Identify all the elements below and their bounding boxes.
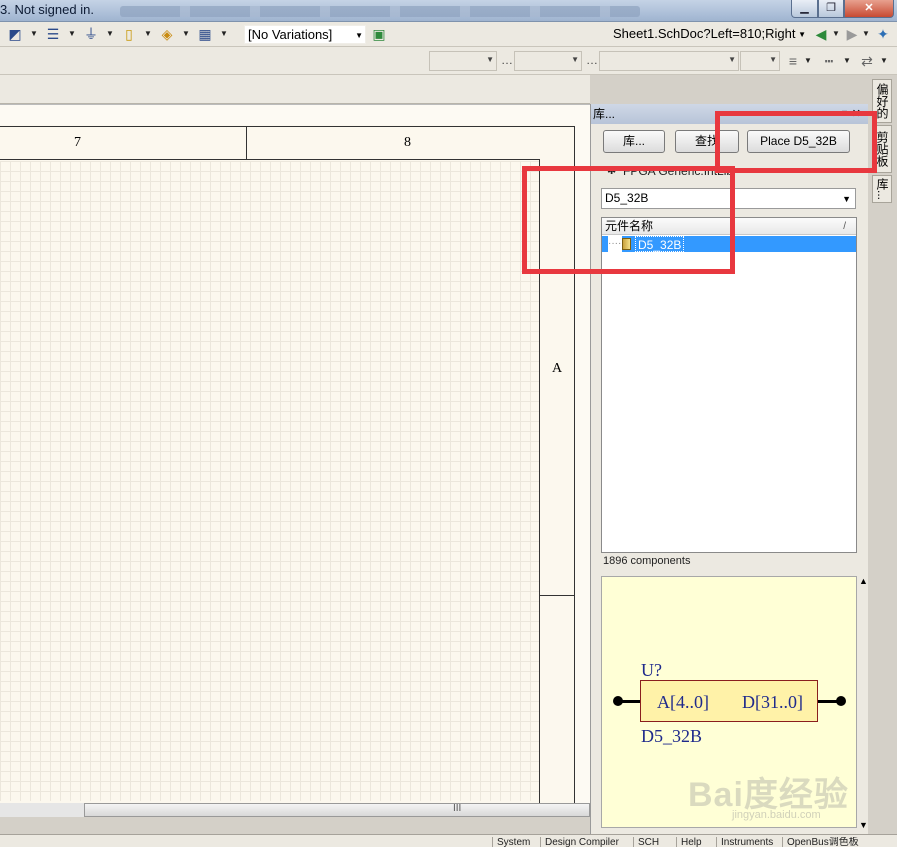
format-toolbar: ▼ … ▼ … ▼ ▼ ≡ ▼ ┅ ▼ ⇄ ▼ [0, 47, 897, 75]
title-bar-tabs [120, 6, 640, 17]
line-style-icon[interactable]: ≡ [784, 53, 802, 69]
component-body: A[4..0] D[31..0] [640, 680, 818, 722]
chevron-down-icon[interactable]: ▼ [859, 820, 868, 830]
pin-label-right: D[31..0] [742, 692, 803, 712]
wire-tool-icon[interactable]: ◩ [6, 26, 24, 42]
scrollbar-track[interactable] [0, 803, 84, 817]
side-panel-tabs: 偏好的 剪贴板 库... [868, 75, 897, 835]
chevron-down-icon[interactable]: ▼ [182, 28, 190, 40]
width-select[interactable]: ▼ [740, 51, 780, 71]
port-tool-icon[interactable]: ◈ [158, 26, 176, 42]
status-tab-design-compiler[interactable]: Design Compiler [540, 837, 630, 847]
chevron-up-icon[interactable]: ▲ [859, 576, 868, 586]
font-select[interactable]: ▼ [429, 51, 497, 71]
canvas-bottom-edge [0, 817, 590, 831]
symbol-preview: U? A[4..0] D[31..0] D5_32B Bai度经验 jingya… [601, 576, 857, 828]
sort-indicator-icon: / [843, 221, 846, 232]
sheet-border-top: 7 8 [0, 126, 575, 160]
chevron-down-icon[interactable]: ▼ [144, 28, 152, 40]
chevron-down-icon[interactable]: ▼ [30, 28, 38, 40]
style-select[interactable]: ▼ [599, 51, 739, 71]
maximize-button[interactable]: ❐ [818, 0, 844, 18]
zone-label-8: 8 [404, 135, 411, 150]
chevron-down-icon[interactable]: ▼ [862, 28, 870, 40]
chevron-down-icon: ▼ [728, 55, 736, 64]
empty-toolbar-row [0, 75, 590, 104]
panel-title: 库... [593, 107, 616, 121]
document-path-value: Sheet1.SchDoc?Left=810;Right= [613, 26, 804, 41]
chevron-down-icon[interactable]: ▼ [804, 55, 812, 67]
status-tab-system[interactable]: System [492, 837, 534, 847]
component-count: 1896 components [603, 555, 691, 567]
zone-divider [246, 127, 247, 160]
chevron-down-icon[interactable]: ▼ [220, 28, 228, 40]
chevron-down-icon[interactable]: ▼ [842, 190, 851, 209]
designator-label: U? [641, 660, 662, 680]
schematic-canvas[interactable]: 7 8 A III [0, 104, 590, 831]
part-tool-icon[interactable]: ▯ [120, 26, 138, 42]
annotation-highlight-place-button [715, 111, 877, 173]
variations-value: [No Variations] [248, 27, 333, 42]
pin-end-icon [836, 696, 846, 706]
back-icon[interactable]: ◀ [812, 26, 830, 42]
title-bar: 3. Not signed in. ▁ ❐ ✕ [0, 0, 897, 22]
arrow-style-icon[interactable]: ⇄ [858, 53, 876, 69]
status-bar: System Design Compiler SCH Help Instrume… [0, 834, 897, 847]
chevron-down-icon: ▼ [355, 31, 363, 40]
chevron-down-icon[interactable]: ▼ [832, 28, 840, 40]
zone-label-7: 7 [74, 135, 81, 150]
chevron-down-icon[interactable]: ▼ [880, 55, 888, 67]
grid-icon[interactable]: ▦ [196, 26, 214, 42]
status-tab-instruments[interactable]: Instruments [716, 837, 782, 847]
chevron-down-icon: ▼ [769, 55, 777, 64]
main-toolbar: ◩ ▼ ☰ ▼ ⏚ ▼ ▯ ▼ ◈ ▼ ▦ ▼ [No Variations] … [0, 22, 897, 47]
ground-power-icon[interactable]: ⏚ [82, 26, 100, 42]
chevron-down-icon: ▼ [486, 55, 494, 64]
dash-style-icon[interactable]: ┅ [820, 53, 838, 69]
document-path-select[interactable]: Sheet1.SchDoc?Left=810;Right= ▼ [610, 25, 808, 44]
status-tab-sch[interactable]: SCH [633, 837, 667, 847]
component-name-label: D5_32B [641, 726, 703, 746]
tab-libraries[interactable]: 库... [872, 175, 892, 203]
pin-label-left: A[4..0] [657, 692, 709, 712]
status-tab-help[interactable]: Help [676, 837, 714, 847]
home-icon[interactable]: ✦ [874, 26, 892, 42]
chevron-down-icon[interactable]: ▼ [68, 28, 76, 40]
chevron-down-icon: ▼ [571, 55, 579, 64]
align-tool-icon[interactable]: ☰ [44, 26, 62, 42]
pin-line [616, 700, 642, 703]
variations-select[interactable]: [No Variations] ▼ [244, 25, 366, 44]
scrollbar-grip[interactable]: III [453, 803, 461, 814]
libraries-button[interactable]: 库... [603, 130, 665, 153]
status-tab-openbus[interactable]: OpenBus调色板 [782, 837, 866, 847]
more-icon: … [501, 53, 513, 67]
window-title: 3. Not signed in. [0, 2, 94, 17]
forward-icon[interactable]: ▶ [843, 26, 861, 42]
zone-label-a: A [552, 361, 563, 376]
watermark-url: jingyan.baidu.com [732, 809, 821, 821]
minimize-button[interactable]: ▁ [791, 0, 818, 18]
horizontal-scrollbar[interactable]: III [84, 803, 590, 817]
close-button[interactable]: ✕ [844, 0, 894, 18]
chevron-down-icon[interactable]: ▼ [106, 28, 114, 40]
annotation-highlight-component [522, 166, 735, 274]
zone-divider [540, 595, 575, 596]
chevron-down-icon: ▼ [796, 26, 806, 43]
variant-manager-icon[interactable]: ▣ [370, 26, 388, 42]
more-icon: … [586, 53, 598, 67]
sheet-grid [0, 161, 540, 801]
size-select[interactable]: ▼ [514, 51, 582, 71]
chevron-down-icon[interactable]: ▼ [843, 55, 851, 67]
